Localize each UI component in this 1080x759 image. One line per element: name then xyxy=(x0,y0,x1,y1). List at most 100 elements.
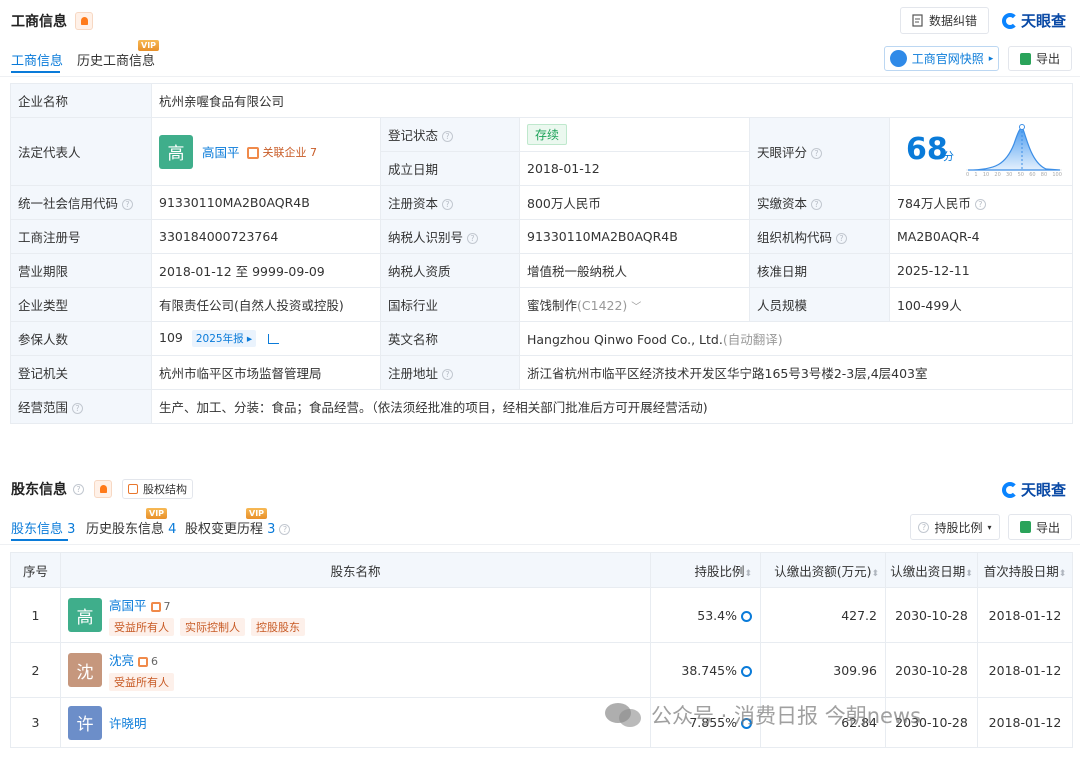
legal-rep-name-link[interactable]: 高国平 xyxy=(202,145,240,160)
relation-count-text: 7 xyxy=(163,599,171,613)
export-button[interactable]: 导出 xyxy=(1008,514,1072,540)
authority-value: 杭州市临平区市场监督管理局 xyxy=(151,355,381,390)
annual-report-badge[interactable]: 2025年报 ▸ xyxy=(191,330,257,347)
business-info-table: 企业名称 杭州亲喔食品有限公司 法定代表人 高 高国平 关联企业 7 登记状态?… xyxy=(10,83,1074,424)
row-no: 1 xyxy=(10,587,61,643)
ratio-dropdown[interactable]: ? 持股比例 ▾ xyxy=(910,514,1000,540)
pie-chart-icon[interactable] xyxy=(741,665,752,677)
tab-history-shareholders[interactable]: 历史股东信息 4 xyxy=(86,518,176,537)
tab-business-info[interactable]: 工商信息 xyxy=(11,50,63,69)
sort-icon: ⬍ xyxy=(965,568,973,579)
tag-beneficial-owner: 受益所有人 xyxy=(109,672,174,691)
address-value: 浙江省杭州市临平区经济技术开发区华宁路165号3号楼2-3层,4层403室 xyxy=(518,355,1074,390)
active-tab-underline xyxy=(11,539,68,541)
vip-badge: VIP xyxy=(246,508,268,519)
official-snapshot-button[interactable]: 工商官网快照 ▸ xyxy=(884,46,999,71)
shareholder-cell: 高 高国平 7 受益所有人 实际控制人 控股股东 xyxy=(60,587,651,643)
header-no: 序号 xyxy=(10,552,61,588)
company-type-value: 有限责任公司(自然人投资或控股) xyxy=(151,287,381,322)
relation-icon xyxy=(150,601,161,612)
help-icon: ? xyxy=(918,521,930,533)
tab-count: 3 xyxy=(67,522,76,537)
related-companies-link[interactable]: 关联企业 7 xyxy=(247,146,317,159)
header-sub-date[interactable]: 认缴出资日期⬍ xyxy=(885,552,978,588)
biz-section-title: 工商信息 xyxy=(11,14,67,30)
relation-count-text: 6 xyxy=(151,654,158,668)
header-first-date[interactable]: 首次持股日期⬍ xyxy=(977,552,1073,588)
help-icon[interactable]: ? xyxy=(836,233,848,244)
pie-chart-icon[interactable] xyxy=(741,610,752,622)
help-icon[interactable]: ? xyxy=(974,199,986,210)
tick-label: 10 xyxy=(982,172,990,178)
data-correction-button[interactable]: 数据纠错 xyxy=(900,7,989,34)
tick-label: 60 xyxy=(1029,172,1036,178)
wechat-icon xyxy=(605,703,641,727)
chart-icon[interactable] xyxy=(268,333,280,344)
est-date-value: 2018-01-12 xyxy=(519,151,750,186)
caret-down-icon: ▾ xyxy=(987,522,992,532)
tick-label: 30 xyxy=(1006,172,1013,178)
approve-date-value: 2025-12-11 xyxy=(888,253,1074,288)
first-date-cell: 2018-01-12 xyxy=(977,642,1073,698)
data-correction-label: 数据纠错 xyxy=(928,14,977,28)
staff-key: 人员规模 xyxy=(749,287,890,322)
export-button[interactable]: 导出 xyxy=(1008,46,1072,71)
export-label: 导出 xyxy=(1035,52,1060,66)
term-value: 2018-01-12 至 9999-09-09 xyxy=(151,253,381,288)
logo-text: 天眼查 xyxy=(1021,481,1067,499)
authority-key: 登记机关 xyxy=(10,355,152,390)
industry-key: 国标行业 xyxy=(380,287,520,322)
org-code-key: 组织机构代码? xyxy=(749,219,890,254)
help-icon[interactable]: ? xyxy=(442,199,454,210)
score-key: 天眼评分? xyxy=(749,117,890,186)
tab-history-business-info[interactable]: 历史工商信息 xyxy=(77,50,155,69)
tab-shareholders[interactable]: 股东信息 3 xyxy=(11,518,75,537)
auto-translate-note: (自动翻译) xyxy=(722,332,783,347)
row-no: 2 xyxy=(10,642,61,698)
first-date-cell: 2018-01-12 xyxy=(977,587,1073,643)
row-no: 3 xyxy=(10,697,61,748)
help-icon[interactable]: ? xyxy=(442,369,454,380)
help-icon[interactable]: ? xyxy=(73,483,84,495)
help-icon[interactable]: ? xyxy=(72,403,84,414)
help-icon[interactable]: ? xyxy=(279,524,291,535)
active-tab-underline xyxy=(11,71,60,73)
header-amount[interactable]: 认缴出资额(万元)⬍ xyxy=(760,552,886,588)
avatar: 高 xyxy=(68,598,102,632)
header-ratio-label: 持股比例 xyxy=(694,563,745,579)
reg-no-value: 330184000723764 xyxy=(151,219,381,254)
bell-icon[interactable] xyxy=(94,480,112,498)
equity-structure-button[interactable]: 股权结构 xyxy=(122,479,193,499)
help-icon[interactable]: ? xyxy=(467,233,479,244)
header-ratio[interactable]: 持股比例⬍ xyxy=(650,552,761,588)
credit-code-value: 91330110MA2B0AQR4B xyxy=(151,185,381,220)
score-cell[interactable]: 68 分 0 1 10 20 30 50 60 80 100 xyxy=(888,117,1074,186)
relation-count[interactable]: 7 xyxy=(150,599,171,613)
paid-capital-value: 784万人民币? xyxy=(888,185,1074,220)
tick-label: 50 xyxy=(1017,172,1024,178)
term-key: 营业期限 xyxy=(10,253,152,288)
help-icon[interactable]: ? xyxy=(811,199,823,210)
company-type-key: 企业类型 xyxy=(10,287,152,322)
reg-status-label: 登记状态 xyxy=(388,128,439,143)
tianyancha-logo: 天眼查 xyxy=(1002,10,1066,31)
tab-divider xyxy=(0,544,1080,545)
help-icon[interactable]: ? xyxy=(442,131,454,142)
bell-icon[interactable] xyxy=(75,12,93,30)
tianyancha-logo-icon xyxy=(1002,12,1018,29)
reg-no-key: 工商注册号 xyxy=(10,219,152,254)
equity-structure-label: 股权结构 xyxy=(143,483,187,496)
paid-capital-key: 实缴资本? xyxy=(749,185,890,220)
tab-equity-changes[interactable]: 股权变更历程 3? xyxy=(185,518,291,537)
sub-date-cell: 2030-10-28 xyxy=(885,642,978,698)
relation-count[interactable]: 6 xyxy=(138,655,158,668)
shareholder-name-link[interactable]: 许晓明 xyxy=(109,713,147,732)
help-icon[interactable]: ? xyxy=(122,199,134,210)
shareholder-name-link[interactable]: 高国平 xyxy=(109,598,147,613)
industry-value[interactable]: 蜜饯制作(C1422) ﹀ xyxy=(519,287,750,322)
ratio-cell: 53.4% xyxy=(650,587,761,643)
tab-label: 历史股东信息 xyxy=(86,522,165,537)
tab-divider xyxy=(0,76,1080,77)
help-icon[interactable]: ? xyxy=(811,148,823,159)
shareholder-name-link[interactable]: 沈亮 xyxy=(109,653,134,668)
